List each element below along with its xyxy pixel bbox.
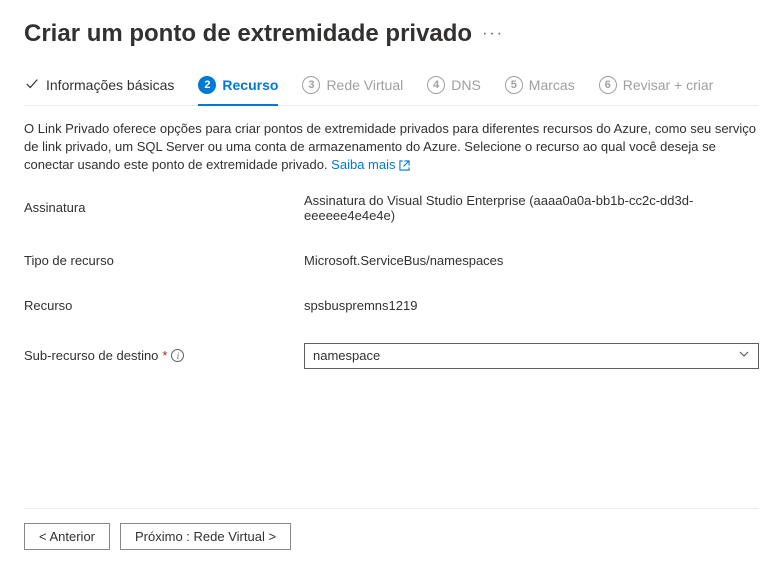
field-resource: Recurso spsbuspremns1219 [24, 298, 759, 313]
field-sub-resource: Sub-recurso de destino * i namespace [24, 343, 759, 369]
more-actions-icon[interactable]: ··· [482, 25, 504, 43]
wizard-tabs: Informações básicas 2 Recurso 3 Rede Vir… [24, 76, 759, 106]
step-number-icon: 4 [427, 76, 445, 94]
sub-resource-label: Sub-recurso de destino * i [24, 348, 304, 363]
previous-button[interactable]: < Anterior [24, 523, 110, 550]
resource-label: Recurso [24, 298, 304, 313]
step-number-icon: 6 [599, 76, 617, 94]
step-number-icon: 2 [198, 76, 216, 94]
sub-resource-select[interactable]: namespace [304, 343, 759, 369]
tab-tags-label: Marcas [529, 77, 575, 93]
info-icon[interactable]: i [171, 349, 184, 362]
learn-more-link[interactable]: Saiba mais [331, 156, 410, 174]
sub-resource-select-value: namespace [313, 348, 380, 363]
step-number-icon: 5 [505, 76, 523, 94]
field-resource-type: Tipo de recurso Microsoft.ServiceBus/nam… [24, 253, 759, 268]
external-link-icon [399, 160, 410, 171]
step-number-icon: 3 [302, 76, 320, 94]
tab-dns[interactable]: 4 DNS [427, 76, 481, 106]
tab-tags[interactable]: 5 Marcas [505, 76, 575, 106]
resource-description: O Link Privado oferece opções para criar… [24, 120, 759, 175]
subscription-label: Assinatura [24, 200, 304, 215]
tab-basics-label: Informações básicas [46, 77, 174, 93]
subscription-value: Assinatura do Visual Studio Enterprise (… [304, 193, 759, 223]
tab-resource[interactable]: 2 Recurso [198, 76, 278, 106]
resource-type-label: Tipo de recurso [24, 253, 304, 268]
next-button[interactable]: Próximo : Rede Virtual > [120, 523, 291, 550]
required-asterisk-icon: * [162, 348, 167, 363]
tab-review-label: Revisar + criar [623, 77, 714, 93]
tab-dns-label: DNS [451, 77, 481, 93]
field-subscription: Assinatura Assinatura do Visual Studio E… [24, 193, 759, 223]
resource-type-value: Microsoft.ServiceBus/namespaces [304, 253, 759, 268]
tab-resource-label: Recurso [222, 77, 278, 93]
tab-virtual-network[interactable]: 3 Rede Virtual [302, 76, 403, 106]
resource-value: spsbuspremns1219 [304, 298, 759, 313]
page-title: Criar um ponto de extremidade privado [24, 20, 472, 48]
chevron-down-icon [738, 348, 750, 363]
tab-basics[interactable]: Informações básicas [24, 77, 174, 106]
checkmark-icon [24, 77, 40, 94]
tab-review-create[interactable]: 6 Revisar + criar [599, 76, 714, 106]
wizard-footer: < Anterior Próximo : Rede Virtual > [24, 508, 759, 550]
tab-vnet-label: Rede Virtual [326, 77, 403, 93]
